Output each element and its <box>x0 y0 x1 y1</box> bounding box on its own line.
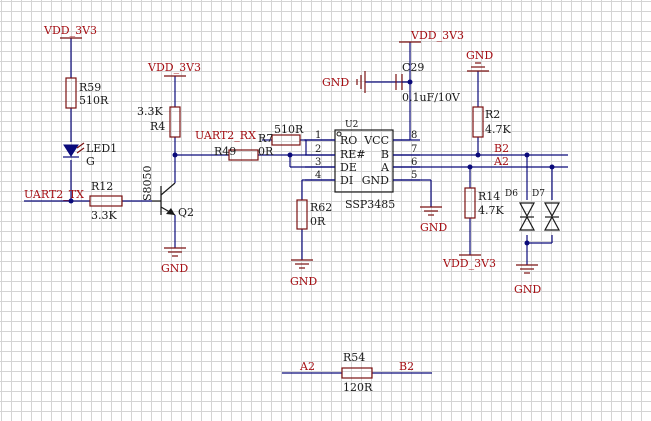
resistor-r14: R14 4.7K <box>464 187 504 219</box>
r49-value: 0R <box>258 145 274 158</box>
q2-value: S8050 <box>141 165 154 201</box>
resistor-r4: 3.3K R4 <box>137 105 181 138</box>
net-label-r54-a2: A2 <box>299 360 315 373</box>
r59-ref: R59 <box>79 81 101 94</box>
u2-pin-5-name: GND <box>362 174 389 187</box>
net-label-uart2-tx: UART2_TX <box>24 188 84 201</box>
tvs-diode-d7: D7 <box>532 189 561 231</box>
u2-ref: U2 <box>345 120 358 130</box>
r12-value: 3.3K <box>91 209 117 222</box>
vdd-label-q2: VDD_3V3 <box>147 61 201 74</box>
u2-pin-4-name: DI <box>340 174 353 187</box>
schematic-canvas: R59 510R LED1 G R12 3.3K S8050 Q2 3.3K R… <box>24 24 568 394</box>
tvs-diode-d6: D6 <box>505 189 536 231</box>
u2-pin-3-name: DE <box>340 161 357 174</box>
r59-value: 510R <box>79 94 109 107</box>
schematic-sheet: R59 510R LED1 G R12 3.3K S8050 Q2 3.3K R… <box>0 0 651 421</box>
net-label-r54-b2: B2 <box>399 360 414 373</box>
r14-ref: R14 <box>478 190 500 203</box>
led1-value: G <box>86 155 95 168</box>
u2-part: SSP3485 <box>345 198 395 211</box>
r54-ref: R54 <box>343 351 365 364</box>
u2-pin-1-name: RO <box>340 134 357 147</box>
vdd-label-r14: VDD_3V3 <box>442 257 496 270</box>
u2-pin-6-num: 6 <box>411 157 417 168</box>
u2-pin-1-num: 1 <box>315 130 321 141</box>
r14-value: 4.7K <box>478 204 504 217</box>
transistor-q2: S8050 Q2 <box>141 165 194 219</box>
net-labels: UART2_TX UART2_RX B2 A2 A2 B2 <box>24 129 509 373</box>
u2-pin-5-num: 5 <box>411 170 417 181</box>
r62-value: 0R <box>310 215 326 228</box>
resistor-r62: R62 0R <box>296 199 332 230</box>
u2-pin-8-name: VCC <box>363 134 389 147</box>
resistor-r49: R49 0R <box>214 145 274 161</box>
capacitor-c29: C29 0.1uF/10V <box>395 61 461 104</box>
d7-ref: D7 <box>532 189 545 199</box>
q2-ref: Q2 <box>178 206 194 219</box>
net-label-a2: A2 <box>493 155 509 168</box>
resistor-r54: R54 120R <box>341 351 373 394</box>
c29-value: 0.1uF/10V <box>402 91 461 104</box>
r4-value: 3.3K <box>137 105 163 118</box>
r4-ref: R4 <box>150 120 165 133</box>
gnd-label-c29: GND <box>322 76 349 89</box>
r62-ref: R62 <box>310 201 332 214</box>
gnd-label-u2: GND <box>420 221 447 234</box>
led1-ref: LED1 <box>86 142 117 155</box>
resistor-r12: R12 3.3K <box>89 180 123 222</box>
r54-value: 120R <box>343 381 373 394</box>
u2-pin-8-num: 8 <box>411 130 417 141</box>
u2-pin-2-num: 2 <box>315 144 321 155</box>
r2-value: 4.7K <box>485 123 511 136</box>
gnd-label-diodes: GND <box>514 283 541 296</box>
u2-pin-6-name: A <box>380 161 390 174</box>
r7-value: 510R <box>274 123 304 136</box>
r12-ref: R12 <box>91 180 113 193</box>
c29-ref: C29 <box>402 61 424 74</box>
net-label-uart2-rx: UART2_RX <box>195 129 256 142</box>
gnd-label-r62: GND <box>290 275 317 288</box>
gnd-label-r2: GND <box>466 49 493 62</box>
net-label-b2: B2 <box>494 142 509 155</box>
gnd-label-q2: GND <box>161 262 188 275</box>
resistor-r59: R59 510R <box>65 77 109 109</box>
vdd-label-c29: VDD_3V3 <box>410 29 464 42</box>
u2-pin-7-name: B <box>381 148 389 161</box>
u2-pin-4-num: 4 <box>315 170 321 181</box>
d6-ref: D6 <box>505 189 518 199</box>
u2-pin-3-num: 3 <box>315 157 321 168</box>
r2-ref: R2 <box>485 108 500 121</box>
u2-pin-7-num: 7 <box>411 144 417 155</box>
resistor-r2: R2 4.7K <box>472 106 511 138</box>
vdd-label-led: VDD_3V3 <box>43 24 97 37</box>
u2-pin-2-name: RE# <box>340 148 366 161</box>
r49-ref: R49 <box>214 145 236 158</box>
resistor-r7: R7 510R <box>258 123 304 146</box>
ic-u2: U2 SSP3485 1 2 3 4 8 7 6 5 RO RE# DE DI … <box>305 120 420 211</box>
r7-ref: R7 <box>258 132 273 145</box>
